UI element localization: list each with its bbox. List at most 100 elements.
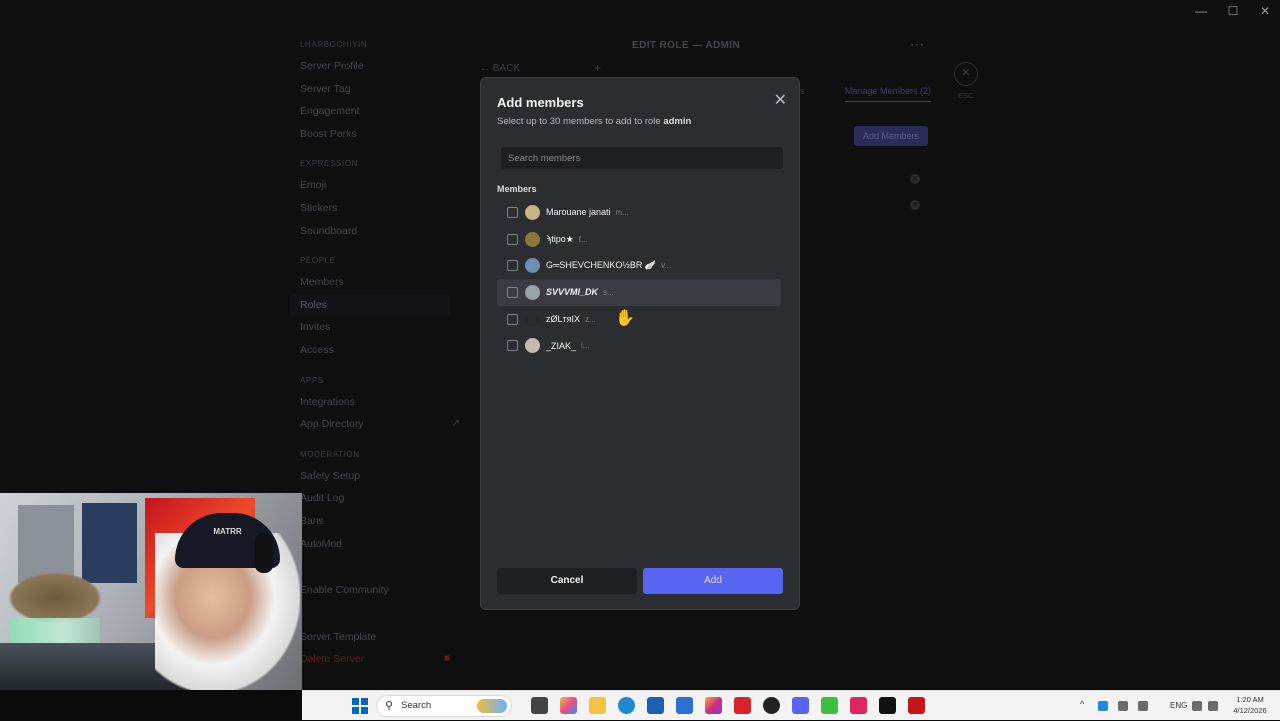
member-checkbox[interactable] [507, 286, 518, 298]
maximize-icon[interactable]: ☐ [1226, 4, 1240, 18]
sidebar-item-label: Roles [300, 298, 327, 311]
esc-close-icon[interactable]: ✕ [954, 62, 978, 86]
sidebar-item-members[interactable]: Members [290, 271, 460, 294]
sidebar-item-soundboard[interactable]: Soundboard [290, 220, 460, 243]
sidebar-item-stickers[interactable]: Stickers [290, 197, 460, 220]
sidebar-item-app-directory[interactable]: App Directory ↗ [290, 413, 460, 436]
sidebar-item-safety-setup[interactable]: Safety Setup [290, 465, 460, 488]
member-row[interactable]: zØLтяIX z... [497, 306, 781, 333]
webcam-overlay: MATRR [0, 493, 302, 690]
cancel-button[interactable]: Cancel [497, 568, 637, 594]
language-indicator[interactable]: ENG [1170, 701, 1187, 710]
wps-icon[interactable] [734, 697, 751, 714]
sidebar-item-label: Safety Setup [300, 469, 361, 482]
sidebar-item-label: Emoji [300, 179, 327, 192]
sidebar-item-invites[interactable]: Invites [290, 316, 460, 339]
volume-icon[interactable] [1208, 701, 1218, 711]
copilot-icon[interactable] [560, 697, 577, 714]
sidebar-section-title [290, 569, 460, 573]
windows-start-icon[interactable] [352, 698, 368, 714]
member-row[interactable]: SVVVMI_DK s... [497, 279, 781, 306]
close-icon[interactable]: ✕ [774, 90, 787, 110]
sidebar-item-enable-community[interactable]: Enable Community [290, 579, 460, 602]
store-icon[interactable] [647, 697, 664, 714]
wifi-icon[interactable] [1192, 701, 1202, 711]
add-role-button[interactable]: + [594, 61, 601, 75]
trash-icon: ■ [443, 653, 450, 665]
member-row[interactable]: _ZIAK_ i... [497, 332, 781, 359]
role-name: admin [663, 116, 692, 127]
tray-icon[interactable] [1118, 701, 1128, 711]
sidebar-item-label: Bans [300, 514, 324, 527]
taskbar-search[interactable]: ⚲ Search [376, 695, 512, 717]
more-options-icon[interactable]: ⋯ [910, 36, 925, 53]
edge-icon[interactable] [618, 697, 635, 714]
mic-icon[interactable] [1138, 701, 1148, 711]
sidebar-item-access[interactable]: Access [290, 339, 460, 362]
tab-manage-members[interactable]: Manage Members (2) [845, 86, 932, 102]
sidebar-item-label: Delete Server [300, 653, 365, 666]
member-checkbox[interactable] [507, 260, 518, 272]
member-row[interactable]: ϡtipo★ f... [497, 226, 781, 253]
remove-member-icon[interactable]: ✕ [910, 200, 920, 210]
onedrive-icon[interactable] [1098, 701, 1108, 711]
sidebar-item-boost-perks[interactable]: Boost Perks [290, 123, 460, 146]
back-button[interactable]: ← BACK [480, 63, 520, 74]
sidebar-item-emoji[interactable]: Emoji [290, 174, 460, 197]
tab-fragment[interactable]: s [800, 86, 805, 96]
chevron-up-icon[interactable]: ^ [1080, 699, 1084, 709]
instagram-icon[interactable] [705, 697, 722, 714]
sidebar-item-roles[interactable]: Roles [290, 293, 450, 317]
member-list: Marouane janati m... ϡtipo★ f... G═SHEVCHENK… [497, 199, 781, 359]
member-name: SVVVMI_DK [546, 287, 599, 298]
sidebar-item-server-tag[interactable]: Server Tag [290, 78, 460, 101]
tiktok-icon[interactable] [879, 697, 896, 714]
member-checkbox[interactable] [507, 340, 518, 352]
add-button[interactable]: Add [643, 568, 783, 594]
mail-icon[interactable] [676, 697, 693, 714]
avatar [525, 204, 540, 220]
sidebar-item-server-profile[interactable]: Server Profile [290, 55, 460, 78]
clock[interactable]: 1:20 AM 4/12/2026 [1222, 694, 1278, 716]
member-checkbox[interactable] [507, 206, 518, 218]
sidebar-item-bans[interactable]: Bans [290, 510, 460, 533]
capcut-icon[interactable] [850, 697, 867, 714]
member-username: m... [615, 207, 629, 217]
acrobat-icon[interactable] [908, 697, 925, 714]
sidebar-item-label: Server Template [300, 630, 377, 643]
sidebar-item-label: Audit Log [300, 492, 345, 505]
member-row[interactable]: G═SHEVCHENKO½BR 🪽 v... [497, 252, 781, 279]
member-username: f... [578, 234, 588, 244]
task-view-icon[interactable] [531, 697, 548, 714]
sidebar-item-label: Access [300, 343, 334, 356]
settings-sidebar: LHARBOCHIYIN Server Profile Server Tag Enga… [290, 34, 460, 671]
app-icon[interactable] [763, 697, 780, 714]
sidebar-item-label: Soundboard [300, 224, 358, 237]
member-row[interactable]: Marouane janati m... [497, 199, 781, 226]
search-input[interactable] [501, 147, 783, 169]
add-members-modal: Add members Select up to 30 members to a… [480, 77, 800, 610]
sidebar-item-audit-log[interactable]: Audit Log [290, 487, 460, 510]
close-window-icon[interactable]: ✕ [1258, 4, 1272, 18]
subtitle-text: Select up to 30 members to add to role [497, 116, 664, 127]
sidebar-item-label: Engagement [300, 105, 360, 118]
remove-member-icon[interactable]: ✕ [910, 174, 920, 184]
discord-icon[interactable] [792, 697, 809, 714]
sidebar-item-label: App Directory [300, 418, 364, 431]
sidebar-item-integrations[interactable]: Integrations [290, 391, 460, 414]
sidebar-item-server-template[interactable]: Server Template [290, 626, 460, 649]
sidebar-item-delete-server[interactable]: Delete Server ■ [290, 648, 460, 671]
sidebar-item-automod[interactable]: AutoMod [290, 533, 460, 556]
sidebar-item-engagement[interactable]: Engagement [290, 100, 460, 123]
file-explorer-icon[interactable] [589, 697, 606, 714]
sidebar-item-label: Enable Community [300, 584, 389, 597]
page-title: EDIT ROLE — ADMIN [632, 40, 741, 51]
add-members-button[interactable]: Add Members [854, 126, 928, 146]
member-checkbox[interactable] [507, 313, 518, 325]
android-icon[interactable] [821, 697, 838, 714]
sidebar-section-title: LHARBOCHIYIN [300, 40, 368, 49]
member-name: ϡtipo★ [546, 233, 574, 244]
minimize-icon[interactable]: — [1194, 4, 1208, 18]
member-checkbox[interactable] [507, 233, 518, 245]
modal-title: Add members [497, 95, 584, 110]
